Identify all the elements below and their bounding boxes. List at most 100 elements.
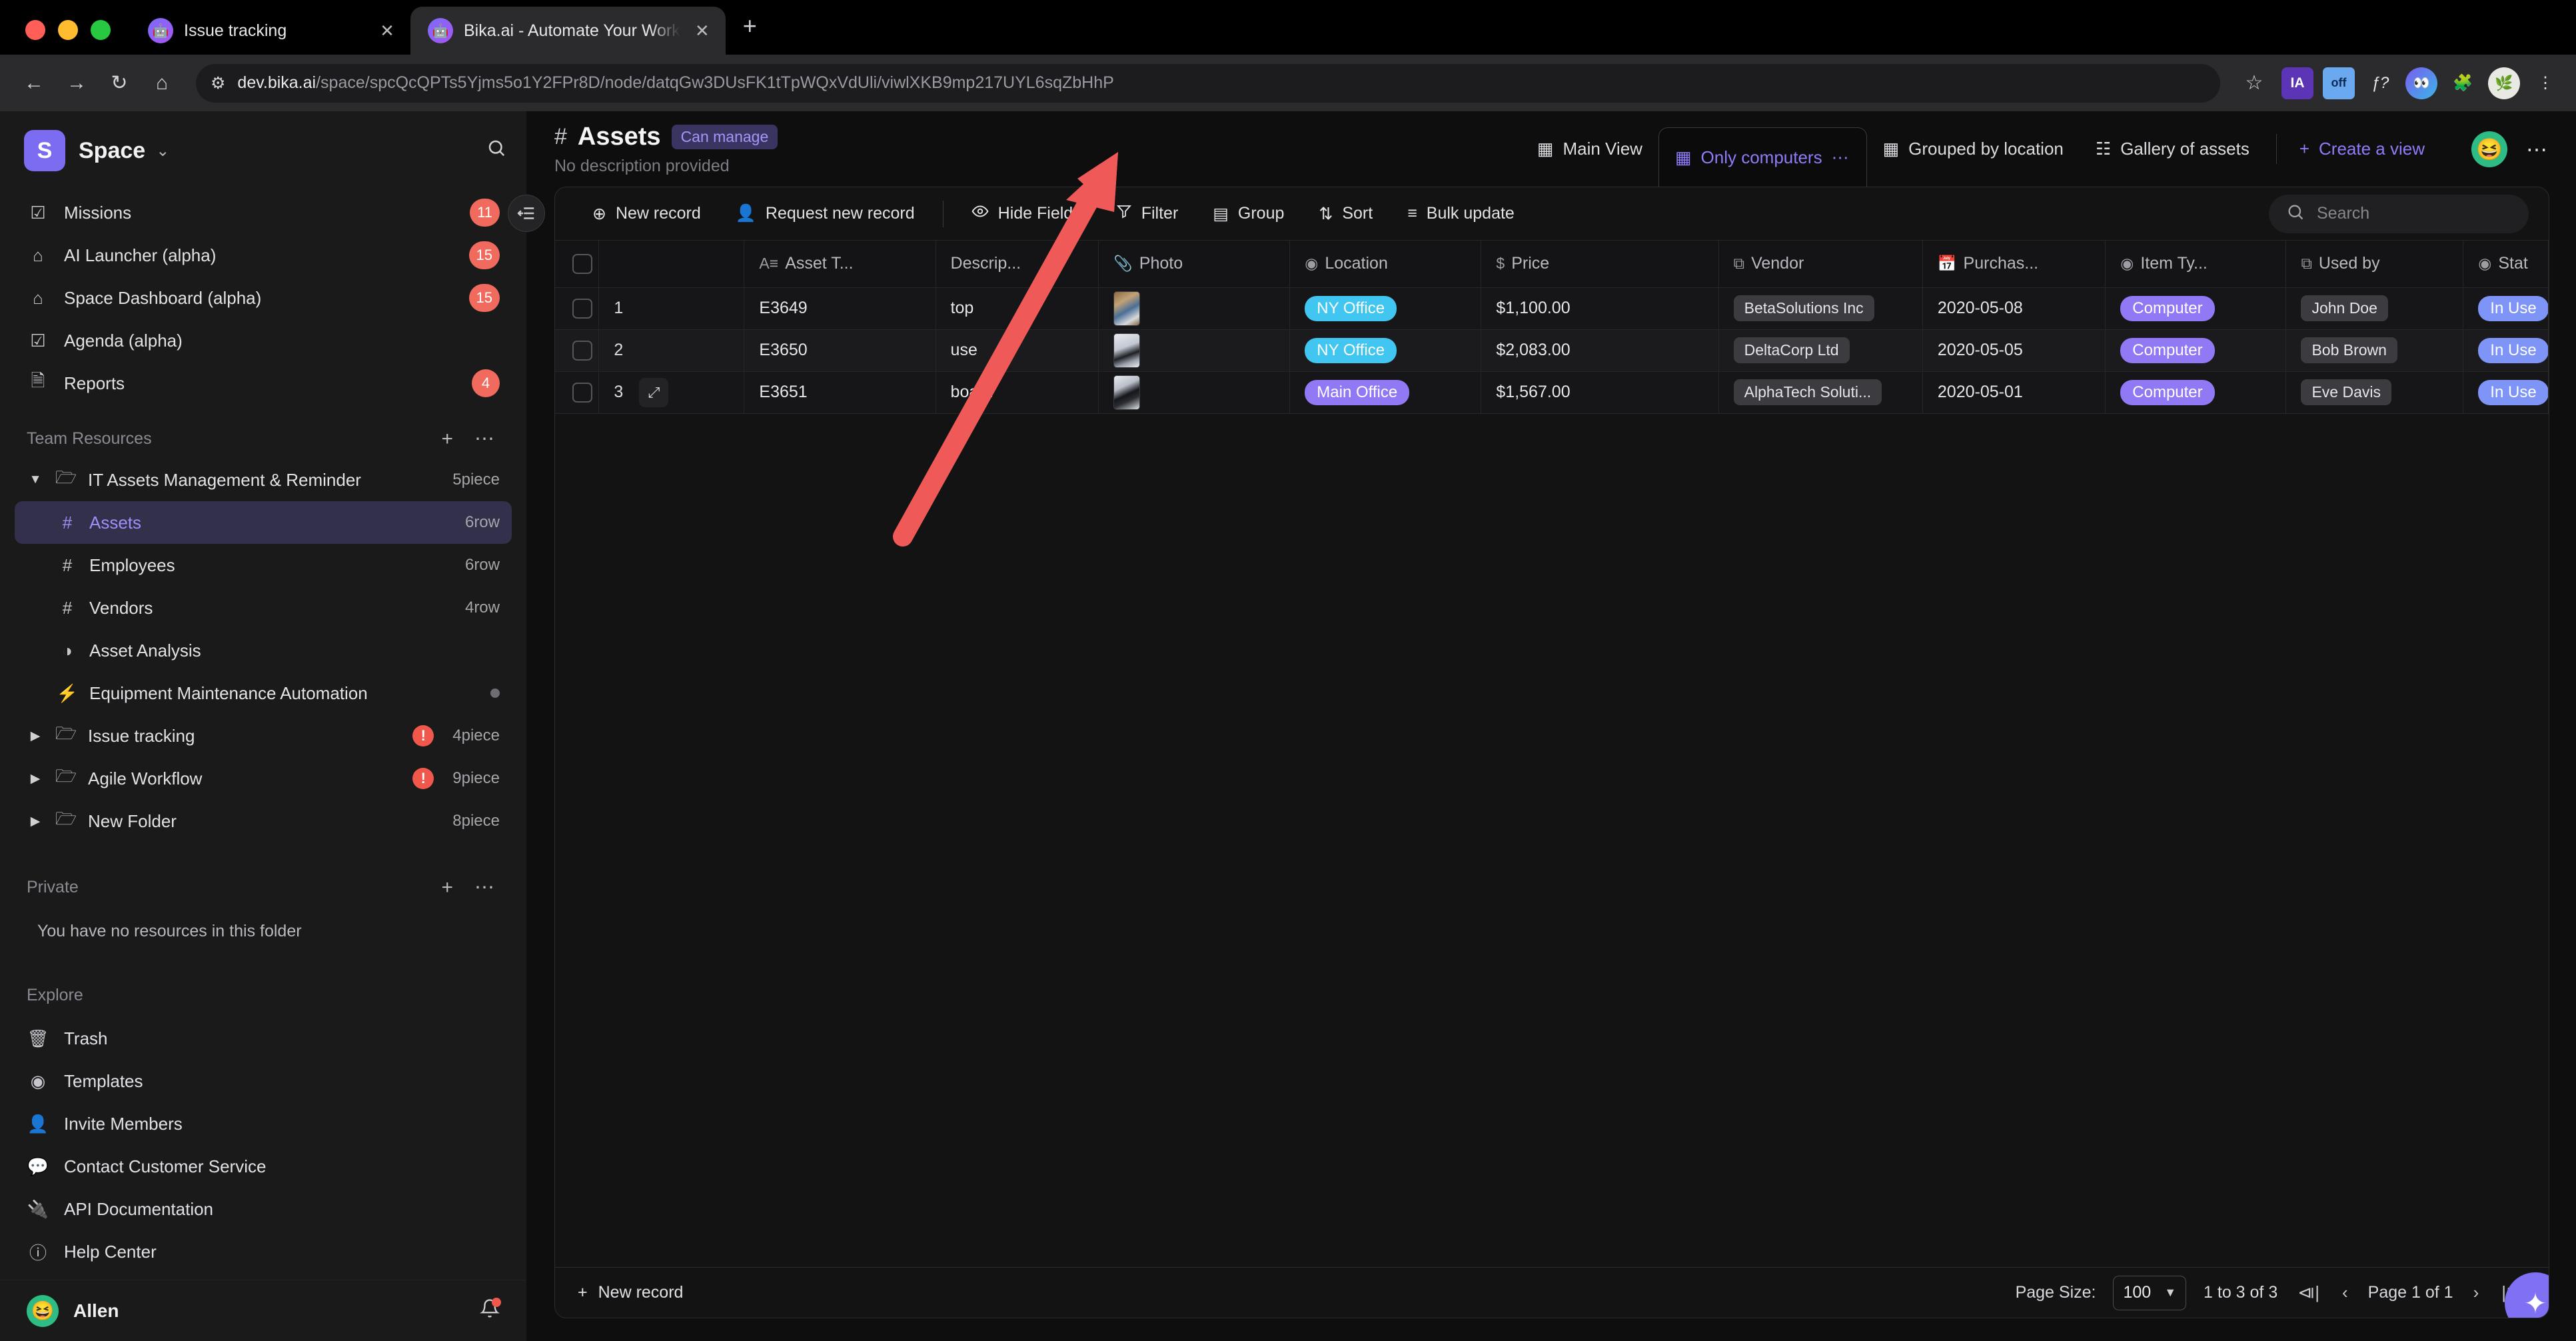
view-tab-grouped-by-location[interactable]: ▦ Grouped by location (1867, 111, 2080, 187)
new-tab-button[interactable]: + (726, 12, 774, 55)
avatar[interactable]: 😆 (2471, 131, 2507, 167)
next-page-icon[interactable]: › (2471, 1282, 2482, 1303)
expand-record-icon[interactable]: ⤢ (639, 377, 669, 407)
column-header-asset-tag[interactable]: A≡ Asset T... (744, 241, 936, 288)
column-header-used-by[interactable]: ⧉ Used by (2285, 241, 2464, 288)
header-more-icon[interactable]: ⋯ (2526, 137, 2549, 162)
used-by-tag[interactable]: Bob Brown (2301, 337, 2397, 363)
first-page-icon[interactable]: ⧏| (2295, 1282, 2322, 1303)
team-more-icon[interactable]: ⋯ (469, 427, 500, 451)
row-checkbox[interactable] (572, 382, 592, 403)
cell-status[interactable]: In Use (2463, 329, 2549, 372)
sidebar-item-missions[interactable]: ☑ Missions 11 (15, 191, 512, 234)
view-tab-main-view[interactable]: ▦ Main View (1521, 111, 1658, 187)
ia-extension-icon[interactable]: IA (2281, 67, 2313, 99)
close-icon[interactable]: ✕ (376, 21, 398, 41)
filter-button[interactable]: Filter (1099, 195, 1196, 233)
column-header-price[interactable]: $ Price (1481, 241, 1719, 288)
cell-asset-tag[interactable]: E3650 (744, 329, 936, 372)
tree-folder-it-assets[interactable]: ▼ 🗁 IT Assets Management & Reminder 5pie… (15, 459, 512, 501)
cell-used-by[interactable]: Bob Brown (2285, 329, 2464, 372)
bulk-update-button[interactable]: ≡ Bulk update (1390, 195, 1532, 233)
puzzle-extension-icon[interactable]: 🧩 (2447, 67, 2479, 99)
cell-location[interactable]: Main Office (1289, 371, 1482, 414)
tree-item-vendors[interactable]: # Vendors 4row (15, 587, 512, 629)
browser-tab-issue-tracking[interactable]: 🤖 Issue tracking ✕ (131, 7, 410, 55)
prev-page-icon[interactable]: ‹ (2339, 1282, 2351, 1303)
browser-tab-bika-ai[interactable]: 🤖 Bika.ai - Automate Your Work ✕ (410, 7, 726, 55)
site-settings-icon[interactable]: ⚙ (211, 73, 225, 93)
cell-photo[interactable] (1098, 287, 1291, 330)
cell-photo[interactable] (1098, 371, 1291, 414)
photo-thumbnail-keyboard[interactable] (1113, 375, 1141, 410)
cell-description[interactable]: top (936, 287, 1099, 330)
cell-price[interactable]: $1,100.00 (1481, 287, 1719, 330)
cell-vendor[interactable]: DeltaCorp Ltd (1718, 329, 1923, 372)
tree-item-employees[interactable]: # Employees 6row (15, 544, 512, 587)
view-tab-gallery-of-assets[interactable]: ☷ Gallery of assets (2080, 111, 2265, 187)
cell-asset-tag[interactable]: E3649 (744, 287, 936, 330)
row-select-cell[interactable] (555, 287, 600, 330)
sidebar-item-help-center[interactable]: ⓘ Help Center (15, 1230, 512, 1273)
twisty-closed-icon[interactable]: ▶ (27, 814, 44, 829)
cell-asset-tag[interactable]: E3651 (744, 371, 936, 414)
address-bar[interactable]: ⚙ dev.bika.ai/space/spcQcQPTs5Yjms5o1Y2F… (196, 63, 2220, 103)
photo-thumbnail-mouse[interactable] (1113, 333, 1141, 368)
sidebar-user-footer[interactable]: 😆 Allen (0, 1280, 526, 1341)
search-input[interactable]: Search (2269, 194, 2529, 233)
cell-item-type[interactable]: Computer (2105, 287, 2287, 330)
cell-description[interactable]: board (936, 371, 1099, 414)
close-window-button[interactable] (25, 20, 45, 40)
column-header-photo[interactable]: 📎 Photo (1098, 241, 1291, 288)
vendor-tag[interactable]: BetaSolutions Inc (1733, 295, 1874, 321)
twisty-closed-icon[interactable]: ▶ (27, 771, 44, 786)
tree-folder-issue-tracking[interactable]: ▶ 🗁 Issue tracking ! 4piece (15, 714, 512, 757)
space-name[interactable]: Space (79, 138, 145, 164)
back-icon[interactable]: ← (15, 64, 53, 103)
forward-icon[interactable]: → (57, 64, 96, 103)
add-resource-icon[interactable]: + (436, 428, 458, 451)
close-icon[interactable]: ✕ (691, 21, 714, 41)
sidebar-item-agenda[interactable]: ☑ Agenda (alpha) (15, 319, 512, 362)
column-header-item-type[interactable]: ◉ Item Ty... (2105, 241, 2287, 288)
sidebar-item-reports[interactable]: 🗎 Reports 4 (15, 362, 512, 405)
sort-button[interactable]: ⇅ Sort (1301, 195, 1390, 233)
column-header-purchase-date[interactable]: 📅 Purchas... (1922, 241, 2106, 288)
off-extension-icon[interactable]: off (2323, 67, 2355, 99)
sidebar-item-ai-launcher[interactable]: ⌂ AI Launcher (alpha) 15 (15, 234, 512, 277)
chevron-down-icon[interactable]: ⌄ (156, 141, 169, 161)
browser-menu-icon[interactable]: ⋮ (2529, 67, 2561, 99)
request-new-record-button[interactable]: 👤 Request new record (718, 195, 932, 233)
table-row[interactable]: 1 E3649 top NY Office $1,100.00 BetaSolu… (555, 287, 2549, 330)
vendor-tag[interactable]: DeltaCorp Ltd (1733, 337, 1850, 363)
view-tab-only-computers[interactable]: ▦ Only computers ⋯ (1658, 127, 1867, 187)
cell-location[interactable]: NY Office (1289, 287, 1482, 330)
select-all-header[interactable] (555, 241, 600, 288)
sidebar-item-contact-customer-service[interactable]: 💬 Contact Customer Service (15, 1145, 512, 1188)
home-icon[interactable]: ⌂ (143, 64, 181, 103)
sidebar-item-trash[interactable]: 🗑 Trash (15, 1017, 512, 1060)
hide-fields-button[interactable]: Hide Fields (954, 195, 1099, 233)
add-private-icon[interactable]: + (436, 876, 458, 899)
sidebar-item-templates[interactable]: ◉ Templates (15, 1060, 512, 1102)
cell-used-by[interactable]: Eve Davis (2285, 371, 2464, 414)
cell-item-type[interactable]: Computer (2105, 329, 2287, 372)
column-header-description[interactable]: Descrip... (936, 241, 1099, 288)
group-button[interactable]: ▤ Group (1195, 195, 1301, 233)
cell-purchase-date[interactable]: 2020-05-01 (1922, 371, 2106, 414)
row-select-cell[interactable] (555, 371, 600, 414)
new-record-button[interactable]: ⊕ New record (575, 195, 718, 233)
tree-item-assets[interactable]: # Assets 6row (15, 501, 512, 544)
minimize-window-button[interactable] (58, 20, 78, 40)
row-select-cell[interactable] (555, 329, 600, 372)
cell-purchase-date[interactable]: 2020-05-05 (1922, 329, 2106, 372)
avatar[interactable]: 😆 (27, 1294, 59, 1327)
page-size-select[interactable]: 100 ▼ (2113, 1275, 2187, 1310)
tree-item-asset-analysis[interactable]: ◑ Asset Analysis (15, 629, 512, 672)
row-checkbox[interactable] (572, 340, 592, 361)
sidebar-item-invite-members[interactable]: 👤 Invite Members (15, 1102, 512, 1145)
cell-status[interactable]: In Use (2463, 287, 2549, 330)
photo-thumbnail-laptop[interactable] (1113, 291, 1141, 326)
table-row[interactable]: 2 E3650 use NY Office $2,083.00 DeltaCor… (555, 329, 2549, 372)
cell-used-by[interactable]: John Doe (2285, 287, 2464, 330)
